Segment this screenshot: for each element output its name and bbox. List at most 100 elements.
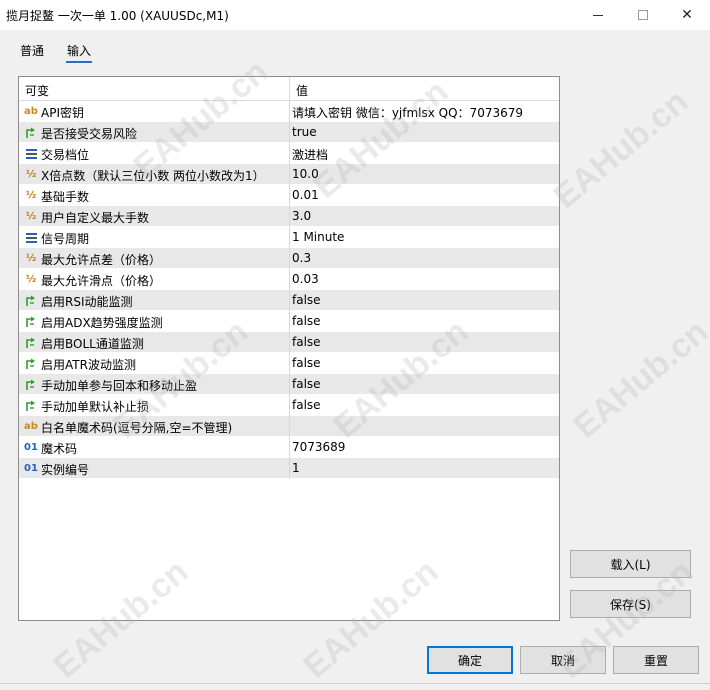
tab-general[interactable]: 普通: [19, 40, 45, 61]
enum-type-icon: [23, 146, 39, 161]
parameter-name: API密钥: [41, 106, 84, 120]
column-divider: [289, 374, 290, 395]
parameter-name: 手动加单参与回本和移动止盈: [41, 379, 198, 393]
string-type-icon: ab: [24, 106, 38, 117]
parameter-row[interactable]: 手动加单默认补止损 false: [19, 395, 559, 416]
reset-button[interactable]: 重置: [613, 646, 699, 674]
column-divider: [289, 395, 290, 416]
parameter-value[interactable]: false: [292, 314, 321, 328]
column-header-value[interactable]: 值: [296, 82, 308, 99]
bool-type-icon: [23, 125, 39, 140]
parameter-value[interactable]: 0.01: [292, 188, 319, 202]
parameter-row[interactable]: 启用RSI动能监测 false: [19, 290, 559, 311]
parameter-value[interactable]: false: [292, 356, 321, 370]
parameter-value[interactable]: 7073689: [292, 440, 345, 454]
bool-type-icon: [23, 377, 39, 392]
parameter-row[interactable]: ab API密钥 请填入密钥 微信：yjfmlsx QQ：7073679: [19, 101, 559, 122]
column-divider[interactable]: [289, 77, 290, 101]
double-type-icon: ½: [25, 169, 37, 180]
parameter-name: 基础手数: [41, 190, 90, 204]
column-divider: [289, 248, 290, 269]
parameter-value[interactable]: false: [292, 335, 321, 349]
parameter-name: 手动加单默认补止损: [41, 400, 150, 414]
parameter-name: 实例编号: [41, 463, 90, 477]
close-button[interactable]: ✕: [664, 0, 710, 30]
parameter-value[interactable]: 10.0: [292, 167, 319, 181]
column-header-variable[interactable]: 可变: [25, 82, 49, 99]
double-type-icon: ½: [25, 253, 37, 264]
parameter-value[interactable]: 0.03: [292, 272, 319, 286]
column-divider: [289, 269, 290, 290]
parameter-row[interactable]: 01 魔术码 7073689: [19, 437, 559, 458]
column-divider: [289, 311, 290, 332]
parameter-name: 启用ATR波动监测: [41, 358, 136, 372]
bool-type-icon: [23, 314, 39, 329]
parameter-row[interactable]: ½ 最大允许点差（价格） 0.3: [19, 248, 559, 269]
column-divider: [289, 332, 290, 353]
parameter-value[interactable]: 请填入密钥 微信：yjfmlsx QQ：7073679: [292, 104, 523, 121]
parameter-value[interactable]: 1 Minute: [292, 230, 344, 244]
parameter-row[interactable]: 启用ATR波动监测 false: [19, 353, 559, 374]
parameter-name: 交易档位: [41, 148, 90, 162]
grid-rows: ab API密钥 请填入密钥 微信：yjfmlsx QQ：7073679 是否接受交易…: [19, 101, 559, 479]
parameter-row[interactable]: 启用ADX趋势强度监测 false: [19, 311, 559, 332]
enum-type-icon: [23, 230, 39, 245]
parameter-value[interactable]: 激进档: [292, 146, 328, 163]
column-divider: [289, 122, 290, 143]
window-title: 揽月捉鳌 一次一单 1.00 (XAUUSDc,M1): [6, 9, 229, 23]
string-type-icon: ab: [24, 421, 38, 432]
parameter-name: 白名单魔术码(逗号分隔,空=不管理): [41, 421, 233, 435]
ok-button[interactable]: 确定: [427, 646, 513, 674]
tab-inputs[interactable]: 输入: [66, 40, 93, 63]
maximize-button[interactable]: [620, 0, 666, 30]
maximize-icon: [638, 10, 648, 20]
int-type-icon: 01: [24, 463, 38, 474]
column-divider: [289, 143, 290, 164]
parameter-value[interactable]: false: [292, 377, 321, 391]
column-divider: [289, 416, 290, 437]
parameter-name: X倍点数（默认三位小数 两位小数改为1）: [41, 169, 265, 183]
parameter-row[interactable]: ½ 用户自定义最大手数 3.0: [19, 206, 559, 227]
parameter-value[interactable]: true: [292, 125, 317, 139]
parameter-row[interactable]: 手动加单参与回本和移动止盈 false: [19, 374, 559, 395]
parameter-row[interactable]: 信号周期 1 Minute: [19, 227, 559, 248]
parameter-value[interactable]: false: [292, 293, 321, 307]
title-bar: 揽月捉鳌 一次一单 1.00 (XAUUSDc,M1) ✕: [0, 0, 710, 30]
parameter-name: 用户自定义最大手数: [41, 211, 150, 225]
column-divider: [289, 101, 290, 122]
parameter-value[interactable]: false: [292, 398, 321, 412]
parameter-value[interactable]: 1: [292, 461, 300, 475]
column-divider: [289, 458, 290, 479]
minimize-button[interactable]: [575, 0, 621, 30]
parameter-row[interactable]: 01 实例编号 1: [19, 458, 559, 479]
int-type-icon: 01: [24, 442, 38, 453]
parameter-value[interactable]: 0.3: [292, 251, 311, 265]
parameter-value[interactable]: 3.0: [292, 209, 311, 223]
parameter-row[interactable]: ½ 最大允许滑点（价格） 0.03: [19, 269, 559, 290]
load-button[interactable]: 载入(L): [570, 550, 691, 578]
parameter-row[interactable]: 交易档位 激进档: [19, 143, 559, 164]
bool-type-icon: [23, 293, 39, 308]
column-divider: [289, 206, 290, 227]
column-divider: [289, 290, 290, 311]
column-divider: [289, 164, 290, 185]
window-bottom-edge: [0, 683, 710, 684]
parameter-row[interactable]: ½ X倍点数（默认三位小数 两位小数改为1） 10.0: [19, 164, 559, 185]
parameter-row[interactable]: 启用BOLL通道监测 false: [19, 332, 559, 353]
bool-type-icon: [23, 335, 39, 350]
parameter-name: 信号周期: [41, 232, 90, 246]
save-button[interactable]: 保存(S): [570, 590, 691, 618]
double-type-icon: ½: [25, 211, 37, 222]
column-divider: [289, 353, 290, 374]
parameter-row[interactable]: 是否接受交易风险 true: [19, 122, 559, 143]
cancel-button[interactable]: 取消: [520, 646, 606, 674]
parameter-name: 启用RSI动能监测: [41, 295, 133, 309]
parameter-name: 启用BOLL通道监测: [41, 337, 144, 351]
column-divider: [289, 185, 290, 206]
bool-type-icon: [23, 356, 39, 371]
parameter-row[interactable]: ½ 基础手数 0.01: [19, 185, 559, 206]
parameter-name: 启用ADX趋势强度监测: [41, 316, 163, 330]
column-divider: [289, 227, 290, 248]
double-type-icon: ½: [25, 274, 37, 285]
parameter-row[interactable]: ab 白名单魔术码(逗号分隔,空=不管理): [19, 416, 559, 437]
